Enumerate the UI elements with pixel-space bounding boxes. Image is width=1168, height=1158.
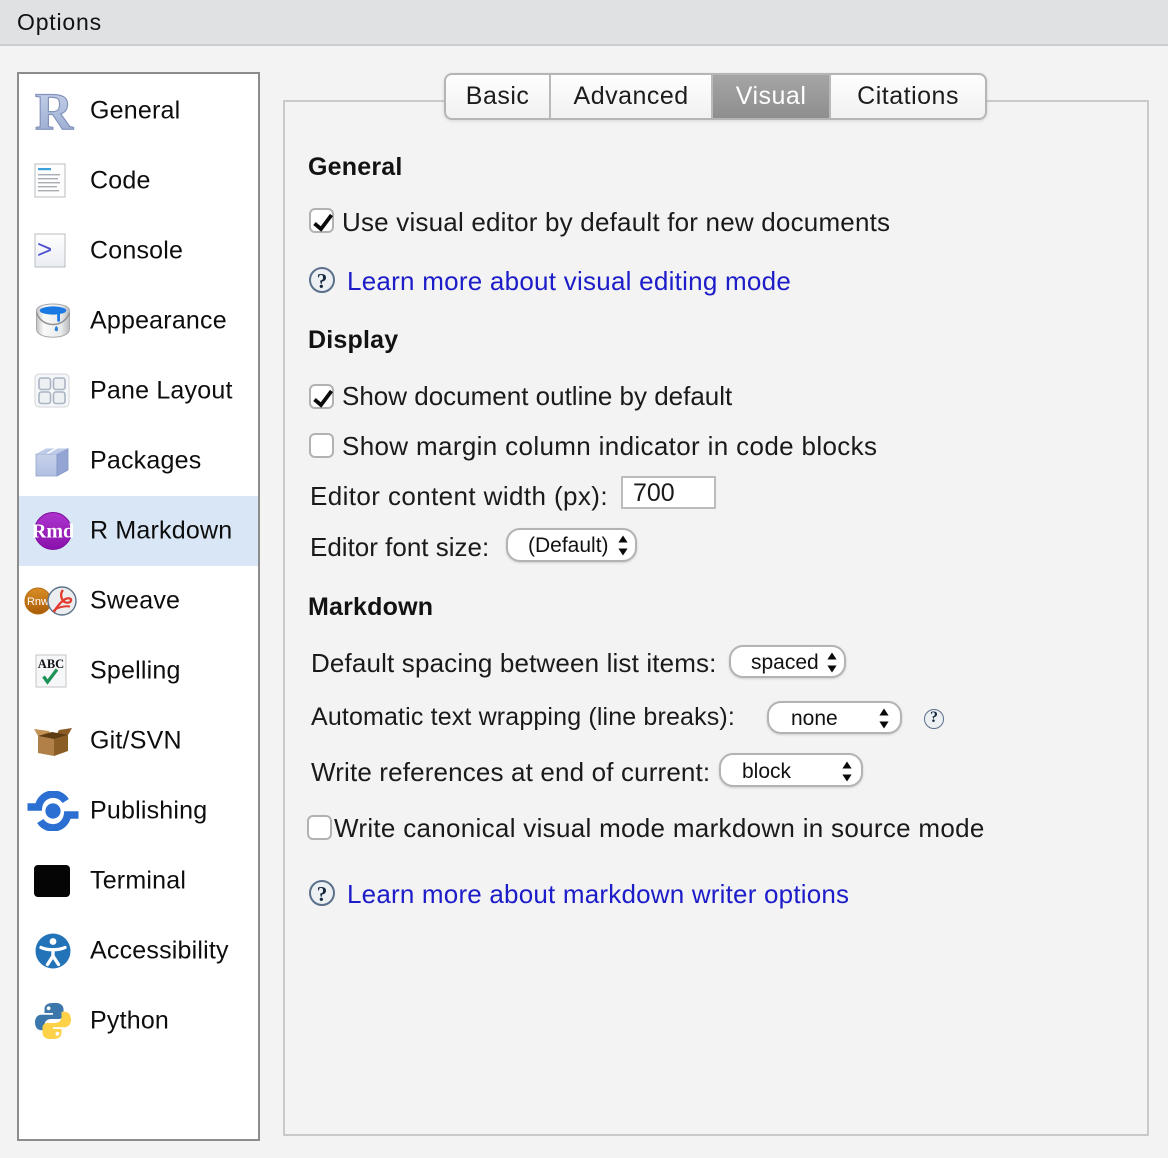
svg-text:>: > xyxy=(37,234,52,264)
svg-text:ABC: ABC xyxy=(38,657,64,671)
svg-text:R: R xyxy=(35,90,74,132)
svg-text:Rnw: Rnw xyxy=(27,596,49,608)
svg-text:Rmd: Rmd xyxy=(33,521,73,543)
